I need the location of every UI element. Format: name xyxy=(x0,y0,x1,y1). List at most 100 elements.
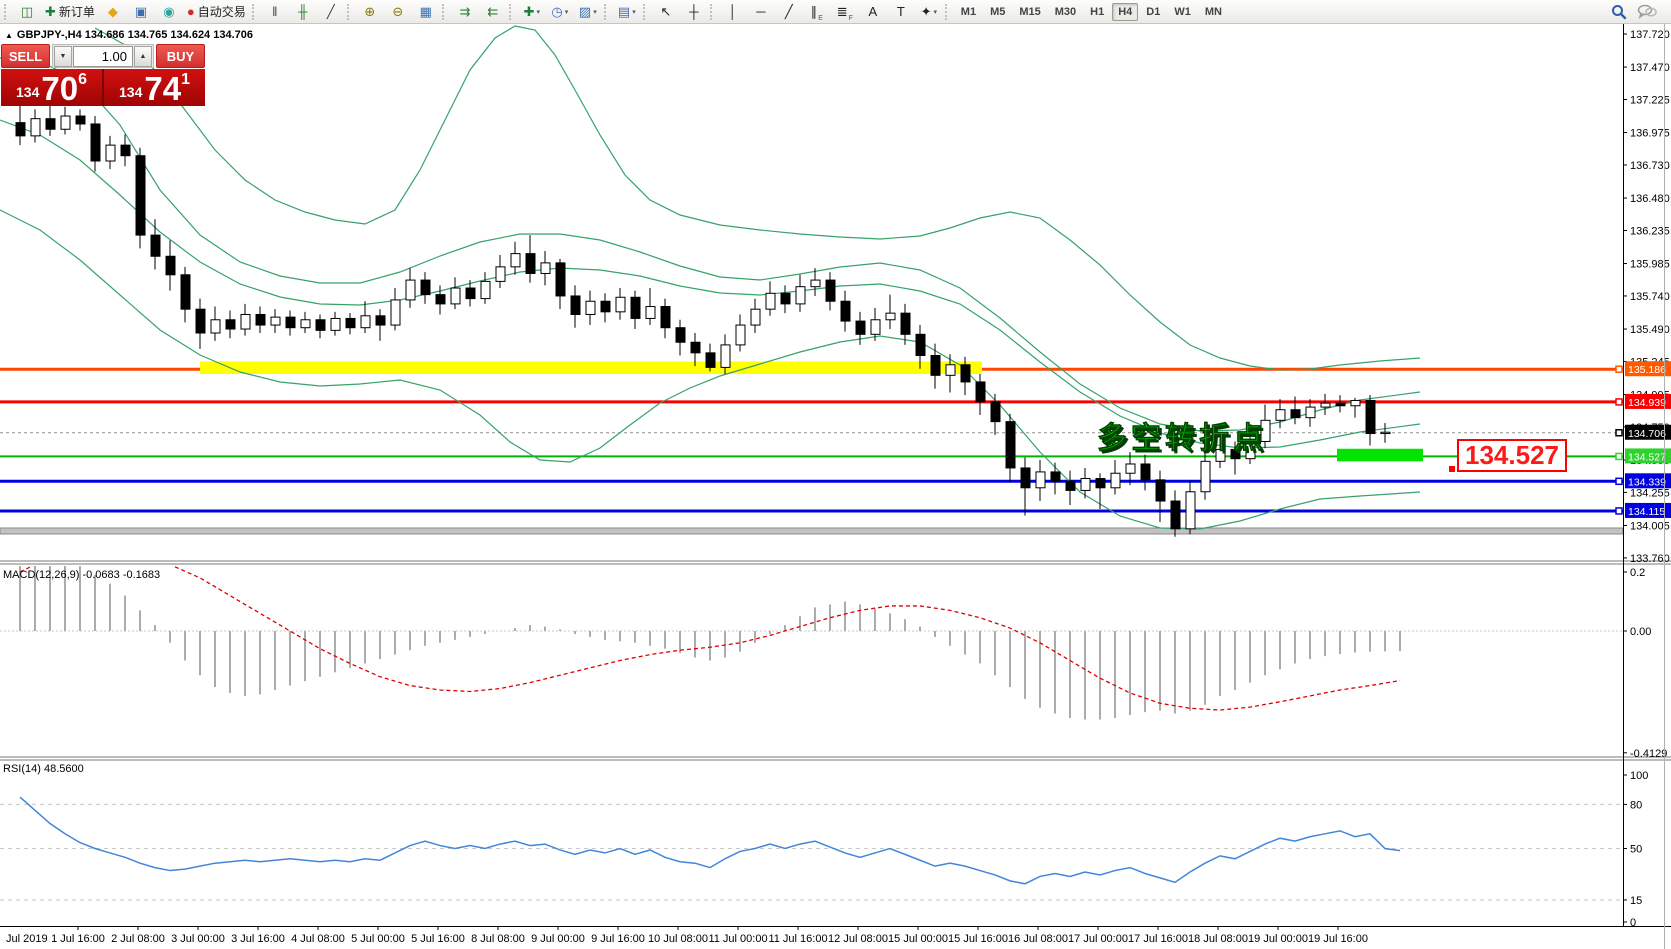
candlestick-chart-icon: ╫ xyxy=(298,4,308,19)
timeframe-D1[interactable]: D1 xyxy=(1140,3,1166,21)
equidistant-channel-icon: ∥ xyxy=(810,4,818,19)
sell-price-prefix: 134 xyxy=(16,84,40,100)
signals-icon: ◉ xyxy=(163,4,175,19)
price-tick-label: 136.235 xyxy=(1630,225,1670,237)
bar-chart-icon: ‖ xyxy=(272,4,278,19)
shapes-button[interactable]: ✦ ▾ xyxy=(916,1,942,23)
dropdown-caret-icon: ▾ xyxy=(536,8,540,16)
autotrading-button[interactable]: ● 自动交易 xyxy=(184,1,249,23)
text-button[interactable]: A xyxy=(860,1,886,23)
volume-up-button[interactable]: ▲ xyxy=(134,45,152,67)
bar-chart-button[interactable]: ‖ xyxy=(262,1,288,23)
macd-label: MACD(12,26,9) -0.0683 -0.1683 xyxy=(3,569,161,581)
timeframe-H1[interactable]: H1 xyxy=(1084,3,1110,21)
dropdown-caret-icon: ▾ xyxy=(564,8,569,16)
dropdown-caret-icon: ▾ xyxy=(933,8,937,16)
equidistant-channel-button[interactable]: ∥ E xyxy=(804,1,830,23)
label-icon: T xyxy=(896,4,905,19)
toolbar-group-handle xyxy=(642,3,649,20)
timeframe-M5[interactable]: M5 xyxy=(984,3,1011,21)
timeframe-W1[interactable]: W1 xyxy=(1168,3,1197,21)
label-button[interactable]: T xyxy=(888,1,914,23)
timeframe-MN[interactable]: MN xyxy=(1199,3,1228,21)
time-axis[interactable]: Jul 2019 1 Jul 16:00 2 Jul 08:00 3 Jul 00:0… xyxy=(0,926,1671,945)
volume-spinner: ▼ 1.00 ▲ xyxy=(52,44,154,68)
autoscroll-icon: ⇉ xyxy=(459,4,471,19)
buy-price-sup: 1 xyxy=(181,71,190,88)
chart-shift-icon: ⇇ xyxy=(487,4,499,19)
horizontal-line-icon: ─ xyxy=(756,4,766,19)
toolbar-group-handle xyxy=(4,3,10,20)
vertical-line-button[interactable]: │ xyxy=(720,1,746,23)
sell-price[interactable]: 134 70 6 xyxy=(1,69,102,106)
buy-button[interactable]: BUY xyxy=(156,44,205,68)
timeframe-H4[interactable]: H4 xyxy=(1112,2,1139,21)
trendline-icon: ╱ xyxy=(784,4,793,19)
symbol-info-line: ▲ GBPJPY-,H4 134.686 134.765 134.624 134… xyxy=(5,29,253,41)
crosshair-button[interactable]: ┼ xyxy=(681,1,707,23)
price-tick-label: 134.005 xyxy=(1630,520,1670,532)
new-chart-button[interactable]: ◫ xyxy=(14,1,40,23)
search-icon[interactable] xyxy=(1611,4,1627,20)
autoscroll-button[interactable]: ⇉ xyxy=(452,1,478,23)
time-tick-label: 18 Jul 08:00 xyxy=(1188,933,1248,945)
trade-prices-row: 134 70 6 134 74 1 xyxy=(1,69,205,106)
periods-button[interactable]: ◷ ▾ xyxy=(547,1,573,23)
rsi-tick-label: 100 xyxy=(1630,770,1648,782)
line-chart-button[interactable]: ╱ xyxy=(318,1,344,23)
buy-price[interactable]: 134 74 1 xyxy=(104,69,205,106)
rsi-tick-label: 15 xyxy=(1630,895,1642,907)
candlestick-chart-button[interactable]: ╫ xyxy=(290,1,316,23)
chart-profile-icon: ▤ xyxy=(617,4,631,19)
volume-field[interactable]: 1.00 xyxy=(73,45,133,67)
cursor-button[interactable]: ↖ xyxy=(653,1,679,23)
zoom-out-icon: ⊖ xyxy=(392,4,404,19)
zoom-in-button[interactable]: ⊕ xyxy=(357,1,383,23)
sell-button[interactable]: SELL xyxy=(1,44,50,68)
metaeditor-button[interactable]: ◆ xyxy=(100,1,126,23)
annotation-text[interactable]: 多空转折点 xyxy=(1097,422,1267,456)
time-tick-label: 4 Jul 08:00 xyxy=(291,933,345,945)
chart-profile-button[interactable]: ▤ ▾ xyxy=(614,1,640,23)
rsi-label: RSI(14) 48.5600 xyxy=(3,763,84,775)
green-zone-rect[interactable] xyxy=(1337,448,1423,462)
time-tick-label: Jul 2019 xyxy=(6,933,48,945)
price-tag-134.939: 134.939 xyxy=(1628,397,1666,409)
one-click-trading-panel: SELL ▼ 1.00 ▲ BUY 134 70 6 134 74 1 xyxy=(1,44,205,106)
chart-shift-button[interactable]: ⇇ xyxy=(480,1,506,23)
gray-divider-bar[interactable] xyxy=(0,527,1624,535)
symbol-direction-icon: ▲ xyxy=(5,30,13,40)
signals-button[interactable]: ◉ xyxy=(156,1,182,23)
chat-icon[interactable] xyxy=(1637,4,1657,20)
price-tick-label: 136.975 xyxy=(1630,128,1670,140)
time-tick-label: 19 Jul 16:00 xyxy=(1308,933,1368,945)
terminal-button[interactable]: ▣ xyxy=(128,1,154,23)
price-tick-label: 133.760 xyxy=(1630,553,1670,565)
price-tick-label: 137.720 xyxy=(1630,29,1670,41)
toolbar-groups: ◫ ✚ 新订单 ◆ ▣ ◉ ● 自动交易 ‖ ╫ ╱ ⊕ ⊖ ▦ ⇉ ⇇ ✚ ▾ ◷ ▾ ▨ ▾ ▤ ▾ ↖ ┼ │ ─ ╱ ∥ E ≣ F A T… xyxy=(2,0,1229,23)
new-order-button[interactable]: ✚ 新订单 xyxy=(42,1,98,23)
price-tag-134.527: 134.527 xyxy=(1628,451,1666,463)
timeframe-M15[interactable]: M15 xyxy=(1013,3,1046,21)
time-tick-label: 11 Jul 00:00 xyxy=(708,933,767,945)
price-tick-label: 135.490 xyxy=(1630,324,1670,336)
macd-tick-label: 0.2 xyxy=(1630,567,1645,579)
chart-canvas[interactable]: 多空转折点多空转折点 134.527137.720137.470137.22513… xyxy=(0,0,1671,949)
price-axis[interactable]: 137.720 137.470 137.225 136.975 136.730 136.4… xyxy=(1615,24,1671,929)
time-tick-label: 9 Jul 00:00 xyxy=(531,933,585,945)
sell-price-sup: 6 xyxy=(78,71,87,88)
time-tick-label: 17 Jul 16:00 xyxy=(1128,933,1188,945)
fibonacci-button[interactable]: ≣ F xyxy=(832,1,858,23)
zoom-out-button[interactable]: ⊖ xyxy=(385,1,411,23)
timeframe-M30[interactable]: M30 xyxy=(1049,3,1082,21)
horizontal-line-button[interactable]: ─ xyxy=(748,1,774,23)
timeframe-M1[interactable]: M1 xyxy=(955,3,982,21)
trendline-button[interactable]: ╱ xyxy=(776,1,802,23)
time-tick-label: 12 Jul 08:00 xyxy=(828,933,888,945)
macd-tick-label: 0.00 xyxy=(1630,626,1651,638)
indicators-button[interactable]: ✚ ▾ xyxy=(519,1,545,23)
volume-down-button[interactable]: ▼ xyxy=(54,45,72,67)
tile-windows-button[interactable]: ▦ xyxy=(413,1,439,23)
templates-button[interactable]: ▨ ▾ xyxy=(575,1,601,23)
yellow-zone-rect[interactable] xyxy=(200,361,982,375)
